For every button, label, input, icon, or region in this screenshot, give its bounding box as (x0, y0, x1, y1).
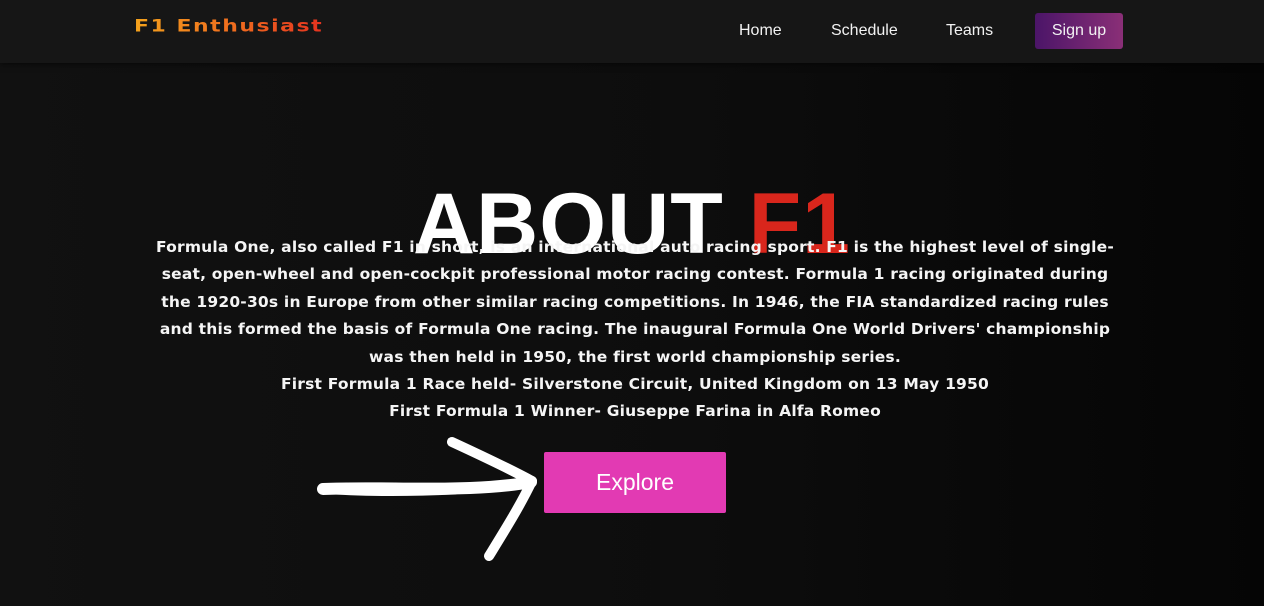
about-text: Formula One, also called F1 in short, is… (150, 234, 1120, 426)
nav-link-home[interactable]: Home (739, 13, 782, 49)
explore-button[interactable]: Explore (544, 452, 726, 513)
page: F1 Enthusiast Home Schedule Teams Sign u… (0, 0, 1264, 606)
nav-link-teams[interactable]: Teams (946, 13, 993, 49)
nav-link-schedule[interactable]: Schedule (831, 13, 898, 49)
first-winner-line: First Formula 1 Winner- Giuseppe Farina … (389, 402, 881, 421)
nav-links: Home Schedule Teams Sign up (0, 13, 1264, 49)
navbar: F1 Enthusiast Home Schedule Teams Sign u… (0, 0, 1264, 63)
first-race-line: First Formula 1 Race held- Silverstone C… (280, 375, 990, 394)
signup-button[interactable]: Sign up (1035, 13, 1123, 49)
about-paragraph: Formula One, also called F1 in short, is… (155, 238, 1115, 366)
